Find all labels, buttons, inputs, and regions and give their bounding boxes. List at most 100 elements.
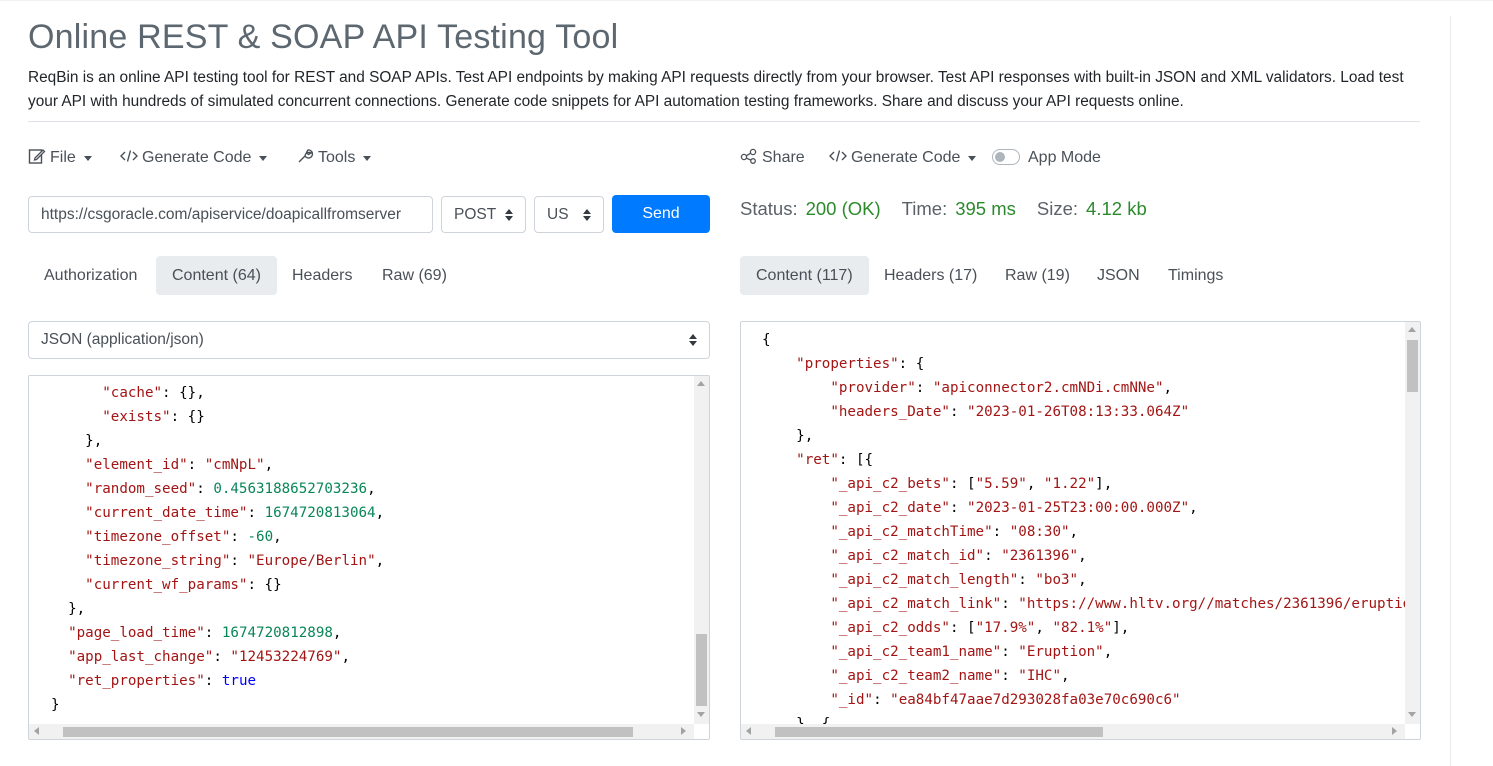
- chevron-down-icon: [259, 155, 268, 161]
- code-line: "random_seed": 0.4563188652703236,: [85, 481, 376, 497]
- code-icon: [829, 149, 851, 168]
- generate-code-label: Generate Code: [851, 149, 961, 166]
- response-body-code: { "properties": { "provider": "apiconnec…: [762, 328, 1421, 736]
- edit-file-icon: [28, 147, 50, 170]
- code-line: "current_date_time": 1674720813064,: [85, 505, 385, 521]
- tab-response-raw[interactable]: Raw (19): [989, 256, 1086, 295]
- tab-authorization[interactable]: Authorization: [28, 256, 153, 295]
- scroll-left-arrow-icon[interactable]: [746, 727, 751, 735]
- code-line: }: [51, 697, 60, 713]
- size-label: Size:: [1036, 198, 1079, 219]
- code-line: {: [762, 332, 771, 348]
- response-viewer-vertical-scrollbar[interactable]: [1405, 322, 1420, 724]
- code-line: },: [51, 433, 103, 449]
- page-title: Online REST & SOAP API Testing Tool: [28, 18, 619, 56]
- code-line: "_api_c2_match_link": "https://www.hltv.…: [830, 596, 1421, 612]
- tab-headers[interactable]: Headers: [276, 256, 368, 295]
- status-value: 200 (OK): [805, 198, 881, 219]
- tools-label: Tools: [318, 149, 356, 166]
- method-select[interactable]: POST: [441, 196, 526, 233]
- chevron-down-icon: [363, 155, 372, 161]
- scroll-right-arrow-icon[interactable]: [1392, 727, 1397, 735]
- scroll-thumb[interactable]: [696, 634, 707, 706]
- response-viewer-horizontal-scrollbar[interactable]: [741, 724, 1405, 739]
- scroll-right-arrow-icon[interactable]: [681, 727, 686, 735]
- tab-response-headers[interactable]: Headers (17): [868, 256, 993, 295]
- wrench-icon: [296, 147, 318, 170]
- code-line: "headers_Date": "2023-01-26T08:13:33.064…: [830, 404, 1190, 420]
- code-line: "element_id": "cmNpL",: [85, 457, 274, 473]
- request-editor-horizontal-scrollbar[interactable]: [29, 724, 694, 739]
- code-line: "_id": "ea84bf47aae7d293028fa03e70c690c6…: [830, 692, 1181, 708]
- file-menu[interactable]: File: [28, 147, 92, 169]
- select-arrows-icon: [583, 208, 591, 221]
- top-border: [0, 0, 1493, 1]
- share-icon: [740, 148, 762, 169]
- generate-code-menu[interactable]: Generate Code: [120, 147, 268, 169]
- response-status-bar: Status: 200 (OK) Time: 395 ms Size: 4.12…: [740, 197, 1168, 221]
- scroll-thumb[interactable]: [63, 727, 633, 737]
- code-line: "cache": {},: [102, 385, 205, 401]
- select-arrows-icon: [689, 334, 697, 346]
- scroll-up-arrow-icon[interactable]: [1408, 327, 1416, 332]
- response-generate-code-menu[interactable]: Generate Code: [829, 147, 977, 169]
- code-line: "ret": [{: [796, 452, 874, 468]
- code-line: "_api_c2_team1_name": "Eruption",: [830, 644, 1113, 660]
- app-mode-toggle[interactable]: [992, 149, 1020, 165]
- chevron-down-icon: [968, 155, 977, 161]
- tab-content[interactable]: Content (64): [156, 256, 277, 295]
- scroll-left-arrow-icon[interactable]: [34, 727, 39, 735]
- size-value: 4.12 kb: [1086, 198, 1147, 219]
- method-value: POST: [454, 205, 497, 223]
- scroll-thumb[interactable]: [775, 727, 1103, 737]
- right-border: [1450, 16, 1451, 766]
- region-value: US: [547, 205, 569, 223]
- code-line: "exists": {}: [102, 409, 205, 425]
- tab-response-content[interactable]: Content (117): [740, 256, 869, 295]
- tab-response-timings[interactable]: Timings: [1152, 256, 1239, 295]
- send-button[interactable]: Send: [612, 195, 710, 233]
- request-body-code: "cache": {}, "exists": {} }, "element_id…: [51, 381, 384, 717]
- request-body-editor[interactable]: "cache": {}, "exists": {} }, "element_id…: [28, 375, 710, 740]
- time-value: 395 ms: [955, 198, 1016, 219]
- scroll-down-arrow-icon[interactable]: [1408, 712, 1416, 717]
- generate-code-label: Generate Code: [142, 149, 252, 166]
- code-line: },: [762, 428, 814, 444]
- code-line: "timezone_offset": -60,: [85, 529, 282, 545]
- response-body-viewer[interactable]: { "properties": { "provider": "apiconnec…: [740, 321, 1421, 740]
- scroll-up-arrow-icon[interactable]: [697, 381, 705, 386]
- tools-menu[interactable]: Tools: [296, 147, 372, 170]
- code-line: "_api_c2_match_length": "bo3",: [830, 572, 1087, 588]
- divider: [28, 121, 1420, 122]
- scroll-down-arrow-icon[interactable]: [697, 712, 705, 717]
- code-line: "properties": {: [796, 356, 925, 372]
- code-line: "current_wf_params": {}: [85, 577, 282, 593]
- code-line: "page_load_time": 1674720812898,: [68, 625, 342, 641]
- url-input[interactable]: https://csgoracle.com/apiservice/doapica…: [28, 196, 433, 233]
- app-mode-label: App Mode: [1028, 149, 1101, 166]
- code-line: "_api_c2_matchTime": "08:30",: [830, 524, 1079, 540]
- share-label: Share: [762, 149, 805, 166]
- code-line: "ret_properties": true: [68, 673, 257, 689]
- time-label: Time:: [901, 198, 948, 219]
- share-button[interactable]: Share: [740, 147, 805, 169]
- code-line: },: [51, 601, 86, 617]
- tab-response-json[interactable]: JSON: [1081, 256, 1156, 295]
- page-description: ReqBin is an online API testing tool for…: [28, 69, 1404, 110]
- content-type-value: JSON (application/json): [41, 331, 204, 348]
- file-menu-label: File: [50, 149, 76, 166]
- select-arrows-icon: [505, 208, 513, 221]
- region-select[interactable]: US: [534, 196, 604, 233]
- chevron-down-icon: [83, 155, 92, 161]
- request-editor-vertical-scrollbar[interactable]: [694, 376, 709, 724]
- code-line: "_api_c2_team2_name": "IHC",: [830, 668, 1070, 684]
- tab-raw[interactable]: Raw (69): [366, 256, 463, 295]
- code-icon: [120, 149, 142, 168]
- content-type-select[interactable]: JSON (application/json): [28, 321, 710, 359]
- code-line: "app_last_change": "12453224769",: [68, 649, 350, 665]
- code-line: "timezone_string": "Europe/Berlin",: [85, 553, 385, 569]
- code-line: "provider": "apiconnector2.cmNDi.cmNNe",: [830, 380, 1173, 396]
- status-label: Status:: [740, 198, 798, 219]
- scroll-thumb[interactable]: [1407, 340, 1418, 392]
- code-line: "_api_c2_date": "2023-01-25T23:00:00.000…: [830, 500, 1198, 516]
